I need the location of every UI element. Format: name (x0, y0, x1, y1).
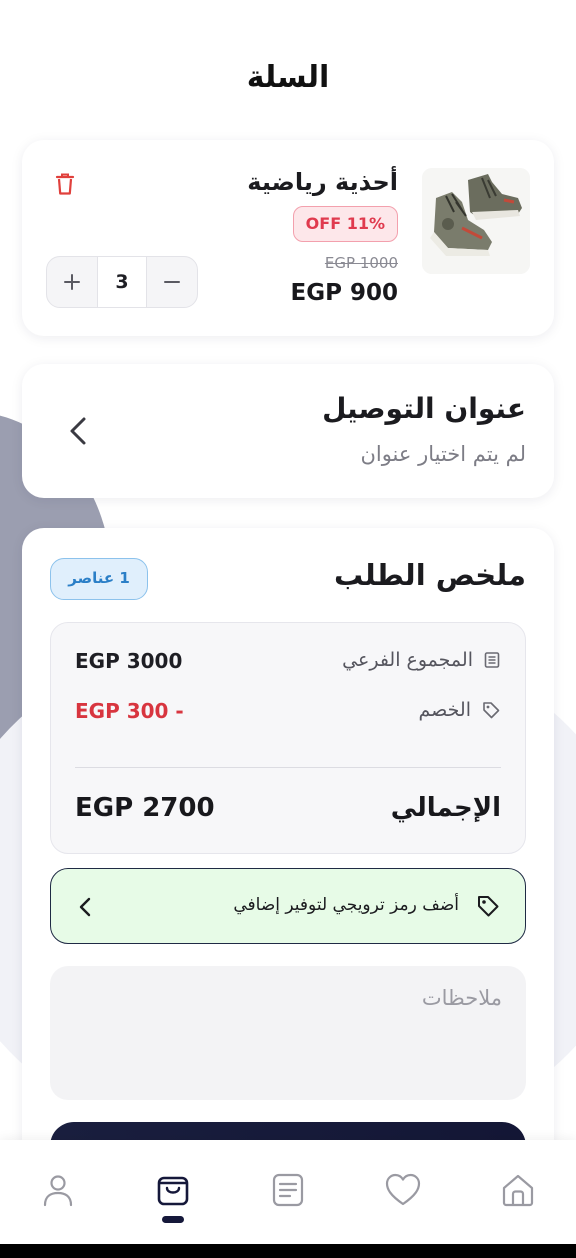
promo-code-button[interactable]: أضف رمز ترويجي لتوفير إضافي (50, 868, 526, 944)
discount-value: EGP 300 - (75, 699, 184, 723)
total-value: EGP 2700 (75, 793, 215, 823)
plus-icon (64, 274, 80, 290)
favorites-icon (385, 1173, 421, 1206)
divider (75, 767, 501, 768)
current-price: EGP 900 (290, 280, 398, 306)
summary-title: ملخص الطلب (334, 558, 526, 592)
home-icon (502, 1174, 534, 1207)
subtotal-label: المجموع الفرعي (342, 649, 473, 671)
product-name: أحذية رياضية (247, 168, 398, 196)
promo-code-label: أضف رمز ترويجي لتوفير إضافي (233, 895, 459, 915)
notes-placeholder: ملاحظات (421, 986, 502, 1010)
nav-favorites[interactable] (383, 1170, 423, 1210)
delivery-address-card[interactable]: عنوان التوصيل لم يتم اختيار عنوان (22, 364, 554, 498)
page-title: السلة (246, 60, 330, 95)
original-price: EGP 1000 (324, 254, 398, 272)
quantity-value: 3 (97, 257, 147, 307)
chevron-left-icon[interactable] (66, 414, 90, 448)
nav-profile[interactable] (38, 1170, 78, 1210)
active-tab-indicator (162, 1216, 184, 1223)
subtotal-row: المجموع الفرعي (342, 649, 501, 671)
tag-icon (478, 896, 499, 917)
bottom-navigation (0, 1140, 576, 1244)
items-count-badge: 1 عناصر (50, 558, 148, 600)
receipt-icon (484, 652, 500, 668)
nav-orders[interactable] (268, 1170, 308, 1210)
sneaker-image (422, 168, 530, 274)
address-status: لم يتم اختيار عنوان (360, 442, 526, 466)
profile-icon (43, 1175, 73, 1207)
total-label: الإجمالي (390, 793, 501, 823)
product-image[interactable] (422, 168, 530, 274)
totals-box: المجموع الفرعي EGP 3000 الخصم EGP 300 - … (50, 622, 526, 854)
cart-icon (157, 1176, 189, 1206)
decrease-quantity-button[interactable] (147, 257, 197, 307)
subtotal-value: EGP 3000 (75, 649, 183, 673)
discount-badge: OFF 11% (292, 206, 398, 242)
chevron-left-icon (79, 897, 91, 917)
tag-icon (483, 702, 500, 719)
system-navigation-bar (0, 1244, 576, 1258)
nav-cart[interactable] (153, 1170, 193, 1210)
orders-icon (272, 1173, 304, 1207)
order-summary-card: ملخص الطلب 1 عناصر المجموع الفرعي EGP 30… (22, 528, 554, 1228)
minus-icon (164, 281, 180, 283)
quantity-stepper: 3 (46, 256, 198, 308)
delete-icon[interactable] (52, 170, 78, 198)
address-title: عنوان التوصيل (322, 392, 526, 425)
nav-home[interactable] (498, 1170, 538, 1210)
trash-icon (55, 173, 75, 195)
notes-field[interactable]: ملاحظات (50, 966, 526, 1100)
discount-label: الخصم (418, 699, 471, 721)
increase-quantity-button[interactable] (47, 257, 97, 307)
cart-page: السلة أحذية رياضية OFF 11% EGP 1000 EGP … (0, 0, 576, 1258)
cart-item-card: أحذية رياضية OFF 11% EGP 1000 EGP 900 3 (22, 140, 554, 336)
discount-row: الخصم (419, 699, 501, 721)
